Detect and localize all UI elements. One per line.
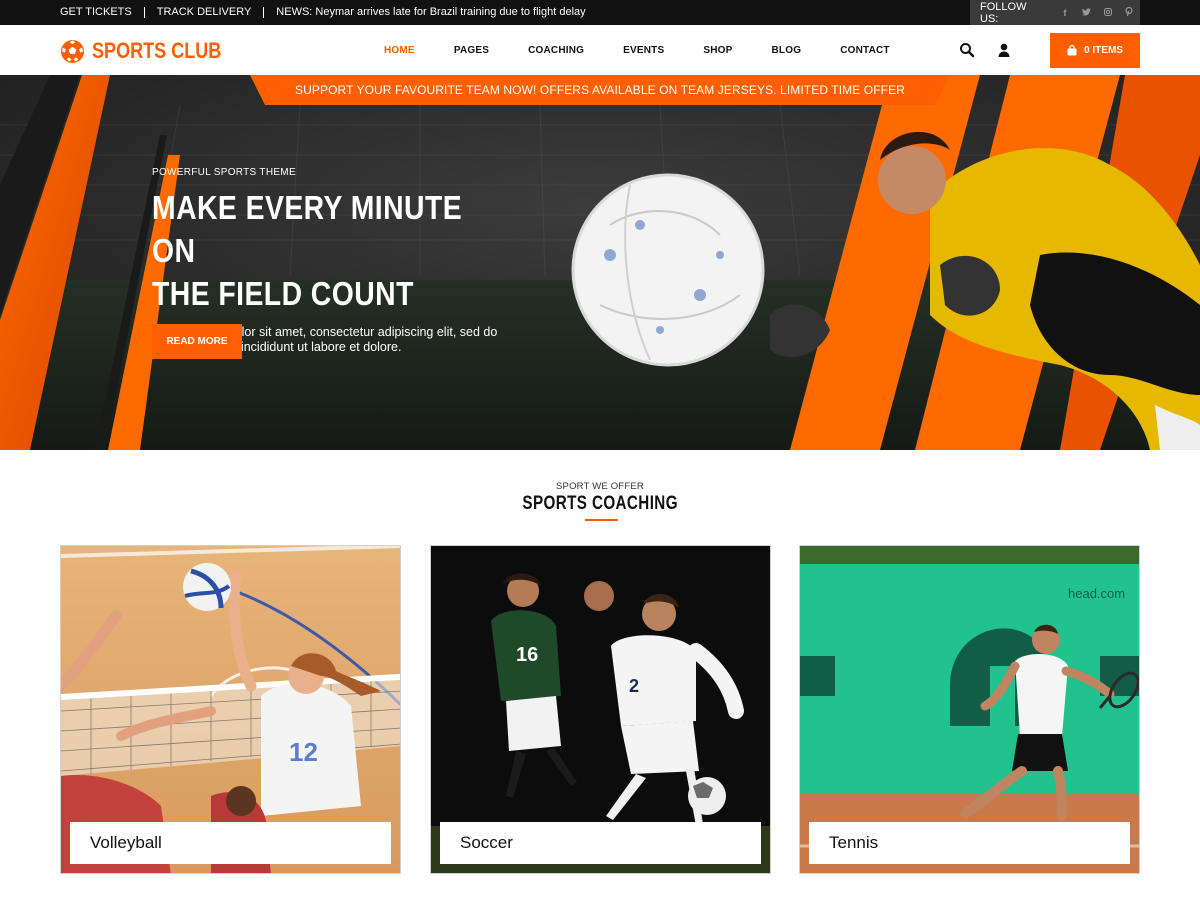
hero-title-line1: MAKE EVERY MINUTE ON <box>152 189 463 269</box>
get-tickets-link[interactable]: GET TICKETS <box>60 7 145 18</box>
nav-pages[interactable]: PAGES <box>454 45 489 56</box>
nav-blog[interactable]: BLOG <box>772 45 802 56</box>
cart-button[interactable]: 0 ITEMS <box>1050 33 1140 68</box>
twitter-icon[interactable] <box>1076 7 1097 18</box>
nav-home[interactable]: HOME <box>384 45 415 56</box>
hero-title-line2: THE FIELD COUNT <box>152 275 414 312</box>
search-icon[interactable] <box>959 42 975 58</box>
user-icon[interactable] <box>996 42 1012 58</box>
logo-text: SPORTS CLUB <box>92 38 222 63</box>
top-links: GET TICKETS TRACK DELIVERY NEWS: Neymar … <box>60 0 598 25</box>
card-label-volleyball: Volleyball <box>70 822 391 864</box>
section-kicker: SPORT WE OFFER <box>556 481 644 492</box>
read-more-button[interactable]: READ MORE <box>152 324 242 359</box>
news-ticker[interactable]: NEWS: Neymar arrives late for Brazil tra… <box>264 7 597 18</box>
follow-label: FOLLOW US: <box>980 0 1027 25</box>
section-title-text: SPORTS COACHING <box>522 493 678 514</box>
hero-kicker: POWERFUL SPORTS THEME <box>152 167 296 178</box>
facebook-icon[interactable]: f <box>1054 8 1075 18</box>
svg-text:16: 16 <box>516 644 538 666</box>
shopping-bag-icon <box>1067 45 1077 56</box>
site-logo[interactable]: SPORTS CLUB <box>60 38 250 64</box>
card-tennis[interactable]: head.com Tennis <box>799 545 1140 874</box>
court-sign-text: head.com <box>1068 586 1125 601</box>
instagram-icon[interactable] <box>1097 7 1118 18</box>
hero-title: MAKE EVERY MINUTE ON THE FIELD COUNT <box>152 186 513 315</box>
section-title: SPORTS COACHING <box>0 493 1200 515</box>
main-header: SPORTS CLUB HOME PAGES COACHING EVENTS S… <box>0 25 1200 75</box>
nav-shop[interactable]: SHOP <box>703 45 732 56</box>
card-label-tennis: Tennis <box>809 822 1130 864</box>
pinterest-icon[interactable] <box>1119 6 1140 18</box>
card-label-soccer: Soccer <box>440 822 761 864</box>
promo-banner-text[interactable]: SUPPORT YOUR FAVOURITE TEAM NOW! OFFERS … <box>250 75 950 105</box>
soccer-ball-icon <box>60 39 85 63</box>
track-delivery-link[interactable]: TRACK DELIVERY <box>145 7 265 18</box>
top-bar: GET TICKETS TRACK DELIVERY NEWS: Neymar … <box>0 0 1200 25</box>
svg-text:12: 12 <box>289 737 318 767</box>
follow-us: FOLLOW US: f <box>970 0 1140 25</box>
card-volleyball[interactable]: 12 Volleyball <box>60 545 401 874</box>
soccer-ball-graphic <box>571 173 765 367</box>
svg-text:2: 2 <box>629 676 639 696</box>
section-underline <box>585 519 618 521</box>
card-soccer[interactable]: 16 2 Soccer <box>430 545 771 874</box>
nav-contact[interactable]: CONTACT <box>840 45 890 56</box>
hero-banner: POWERFUL SPORTS THEME MAKE EVERY MINUTE … <box>0 75 1200 450</box>
main-nav: HOME PAGES COACHING EVENTS SHOP BLOG CON… <box>372 25 890 75</box>
cart-label: 0 ITEMS <box>1084 45 1123 56</box>
nav-events[interactable]: EVENTS <box>623 45 664 56</box>
nav-coaching[interactable]: COACHING <box>528 45 584 56</box>
